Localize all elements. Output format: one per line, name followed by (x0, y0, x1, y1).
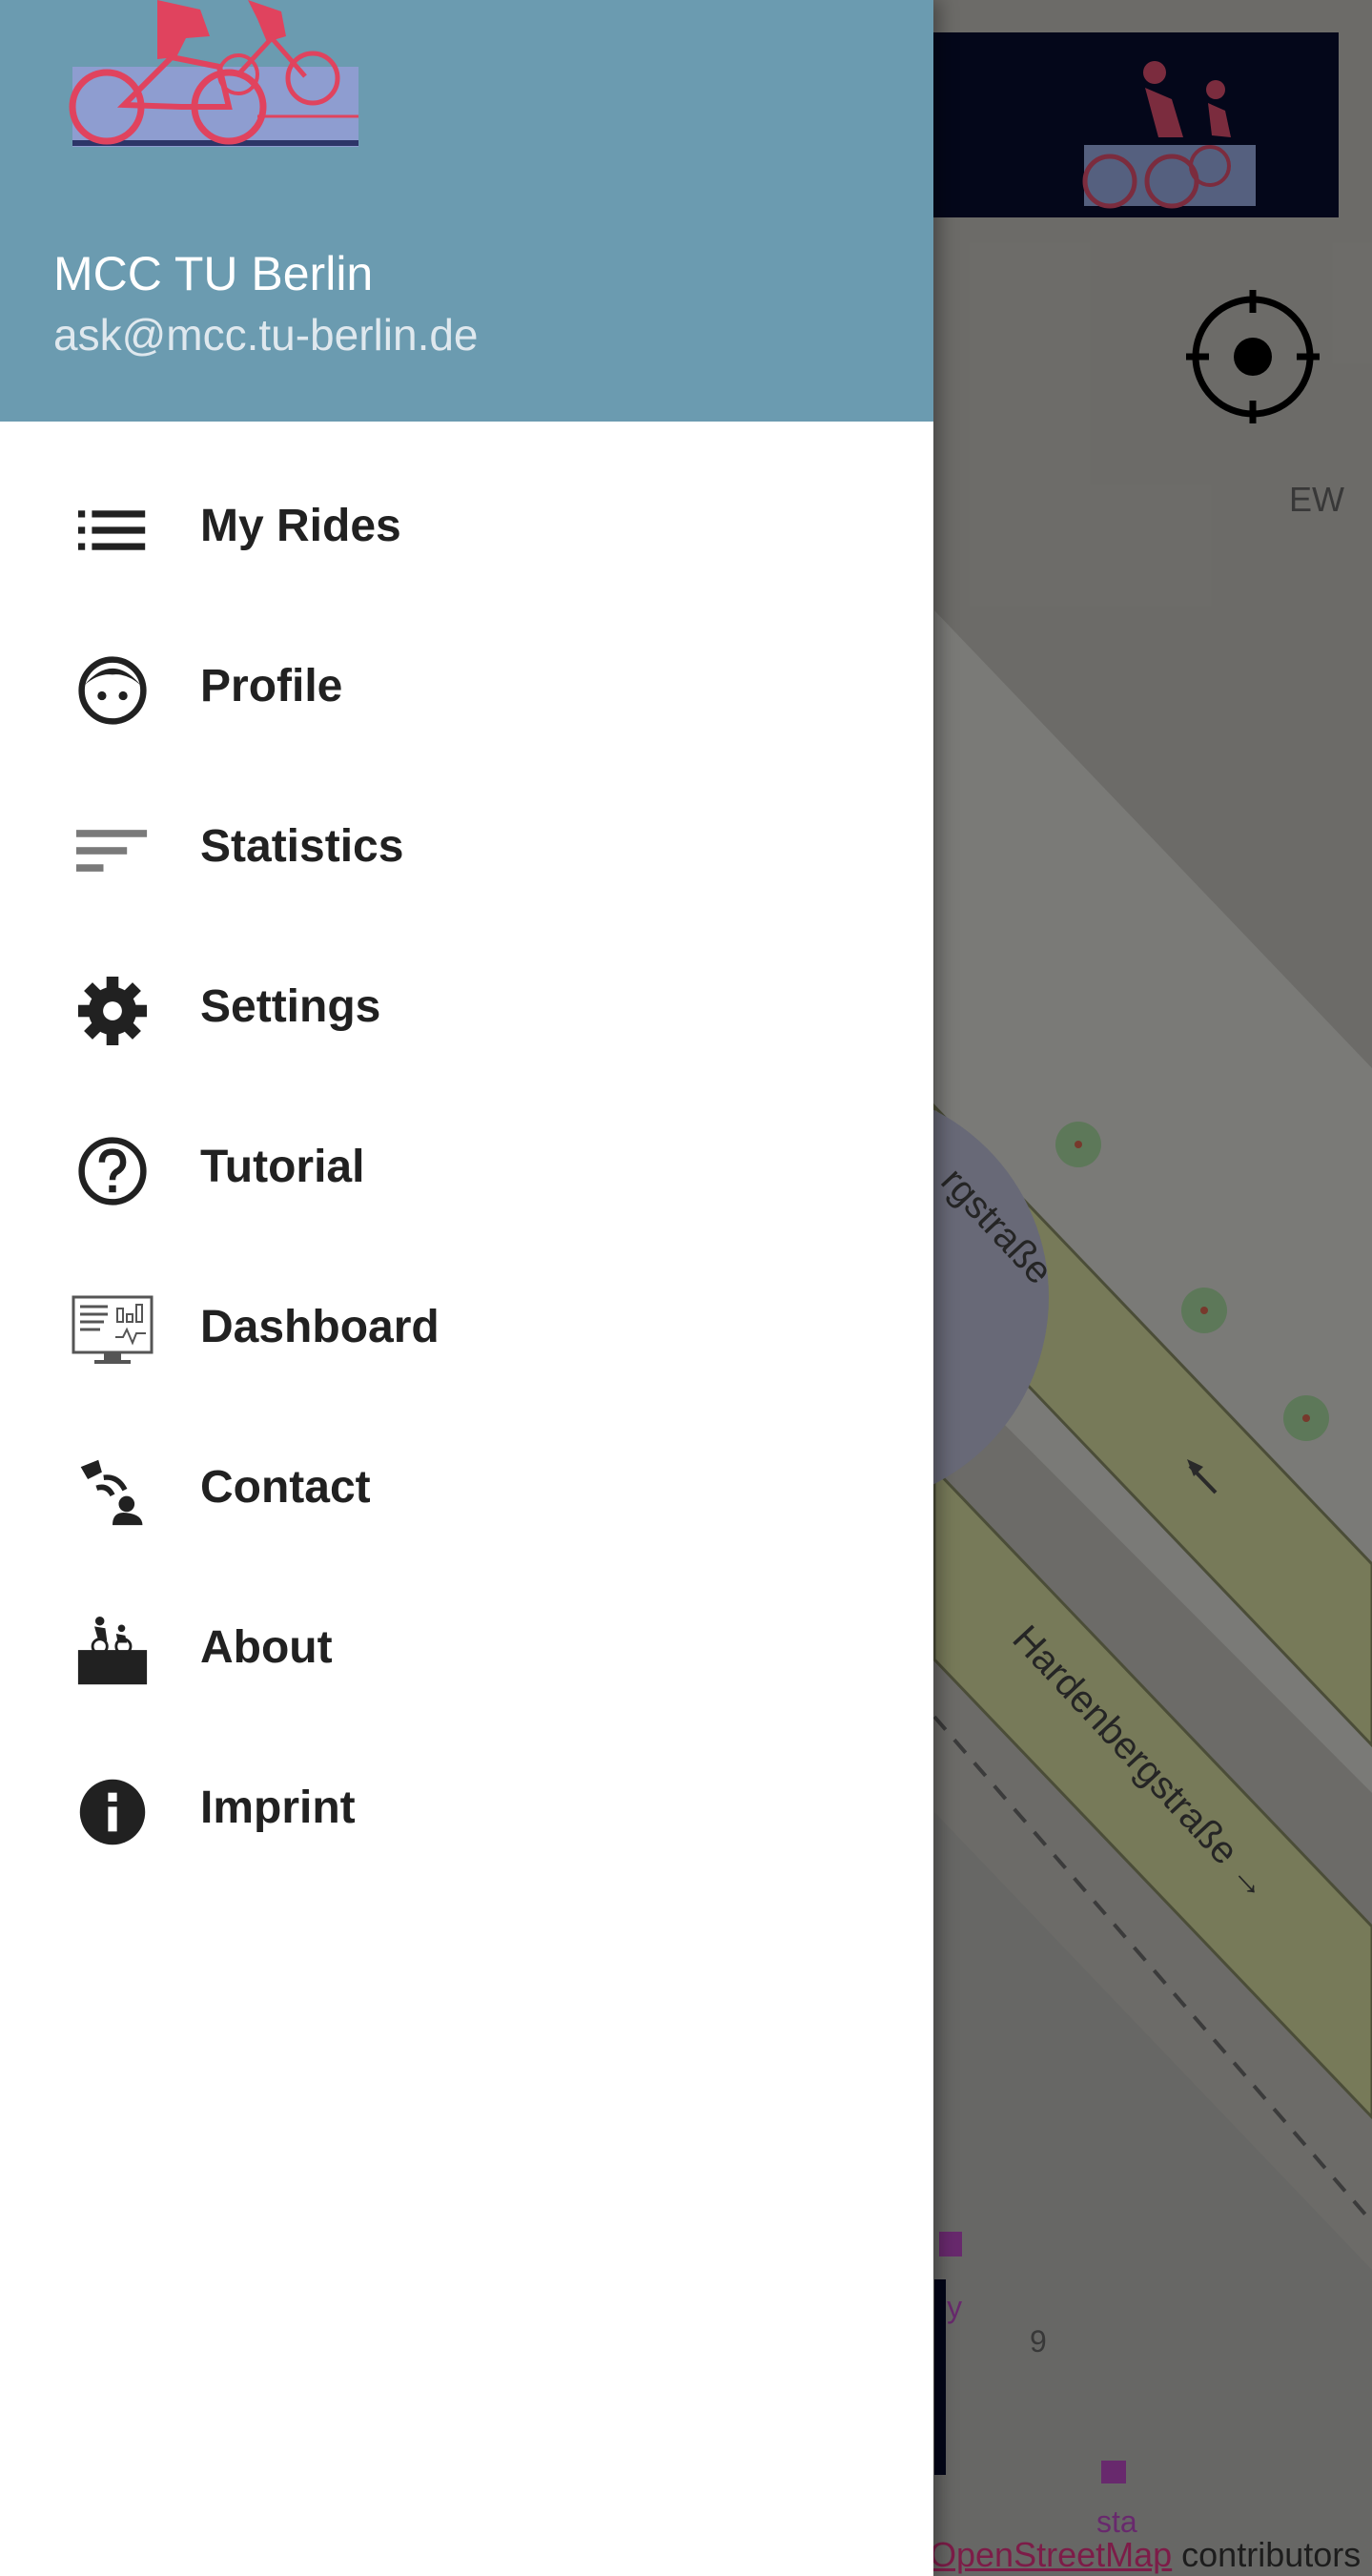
menu-label: Settings (200, 981, 381, 1032)
contact-icon (67, 1453, 158, 1530)
tandem-bike-icon (67, 1614, 158, 1690)
openstreetmap-link[interactable]: OpenStreetMap (930, 2535, 1172, 2574)
app-logo (67, 0, 362, 153)
sort-bars-icon (67, 813, 158, 889)
navigation-drawer: MCC TU Berlin ask@mcc.tu-berlin.de My Ri… (0, 0, 933, 2576)
crosshair-icon (1186, 290, 1320, 423)
menu-label: Tutorial (200, 1142, 365, 1192)
menu-label: Profile (200, 661, 343, 711)
attribution-suffix: contributors (1172, 2535, 1362, 2574)
app-logo-banner (933, 32, 1339, 217)
help-circle-icon (67, 1133, 158, 1209)
face-icon (67, 652, 158, 729)
menu-label: My Rides (200, 501, 401, 551)
gear-icon (67, 973, 158, 1049)
locate-me-button[interactable] (1186, 290, 1320, 423)
menu-item-tutorial[interactable]: Tutorial (0, 1091, 933, 1251)
info-icon (67, 1774, 158, 1850)
menu-item-contact[interactable]: Contact (0, 1412, 933, 1572)
menu-label: Imprint (200, 1783, 356, 1833)
dashboard-monitor-icon (67, 1293, 158, 1370)
menu-item-statistics[interactable]: Statistics (0, 771, 933, 931)
menu-label: Dashboard (200, 1302, 440, 1352)
menu-item-profile[interactable]: Profile (0, 610, 933, 771)
menu-item-dashboard[interactable]: Dashboard (0, 1251, 933, 1412)
list-icon (67, 492, 158, 568)
menu-item-settings[interactable]: Settings (0, 931, 933, 1091)
menu-item-my-rides[interactable]: My Rides (0, 450, 933, 610)
menu-label: Contact (200, 1462, 371, 1513)
user-name: MCC TU Berlin (53, 247, 374, 300)
menu-label: Statistics (200, 821, 404, 872)
user-email: ask@mcc.tu-berlin.de (53, 310, 479, 360)
menu-item-about[interactable]: About (0, 1572, 933, 1732)
drawer-header: MCC TU Berlin ask@mcc.tu-berlin.de (0, 0, 933, 422)
menu-label: About (200, 1622, 333, 1673)
menu-item-imprint[interactable]: Imprint (0, 1732, 933, 1892)
map-attribution: OpenStreetMap contributors (930, 2535, 1361, 2575)
